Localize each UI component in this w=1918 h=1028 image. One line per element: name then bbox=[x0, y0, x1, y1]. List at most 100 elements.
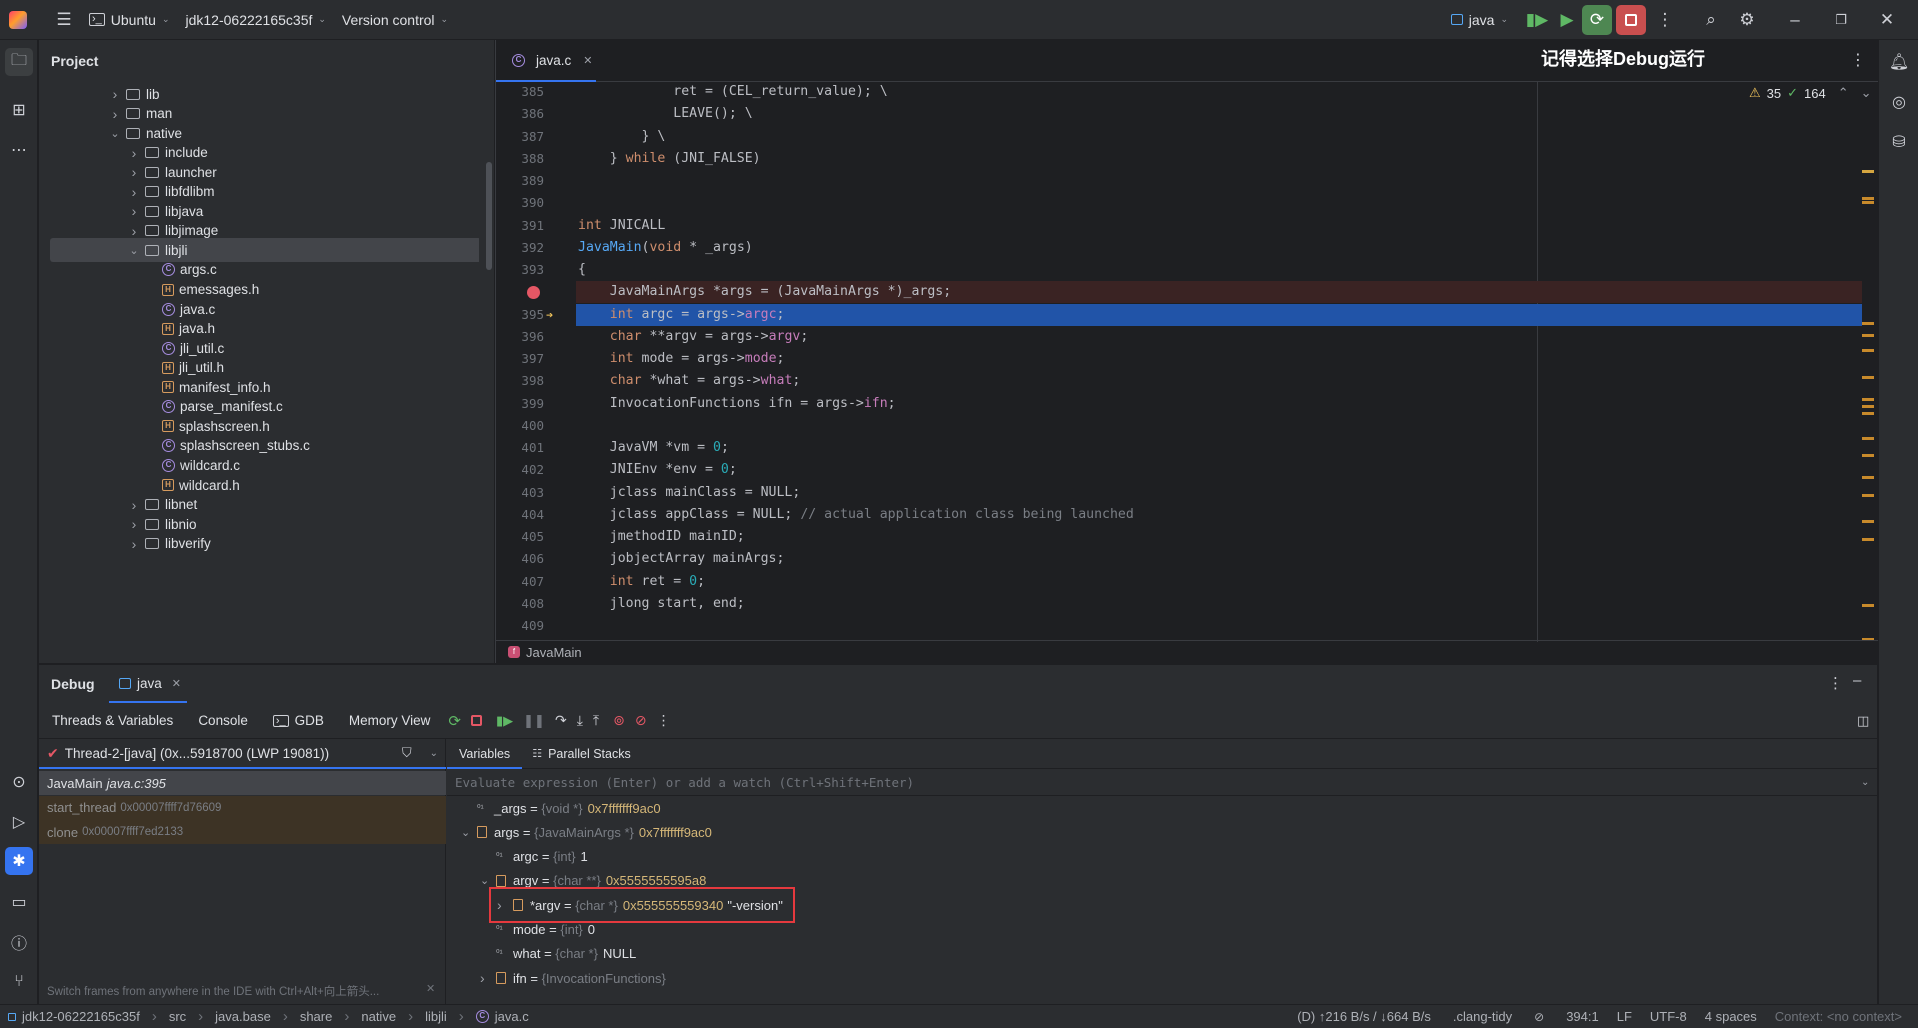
chevron-down-icon[interactable]: ⌄ bbox=[430, 748, 438, 759]
variable-row[interactable]: ⁰¹ what = {char *} NULL bbox=[480, 942, 636, 966]
filter-icon[interactable]: ⛉ bbox=[402, 745, 412, 761]
line-number[interactable]: 396 bbox=[496, 326, 544, 348]
search-icon[interactable]: ⌕ bbox=[1696, 5, 1726, 35]
vcs-menu[interactable]: Version control ⌄ bbox=[334, 6, 456, 34]
evaluate-expression-bar[interactable]: Evaluate expression (Enter) or add a wat… bbox=[447, 770, 1877, 796]
error-stripe[interactable] bbox=[1862, 82, 1878, 642]
step-out-icon[interactable]: ⤒ bbox=[593, 712, 599, 729]
settings-gear-icon[interactable]: ⚙ bbox=[1732, 5, 1762, 35]
editor-tab-java-c[interactable]: C java.c ✕ bbox=[496, 40, 596, 82]
terminal-tool-icon[interactable]: ▭ bbox=[5, 888, 33, 916]
line-ending[interactable]: LF bbox=[1617, 1009, 1632, 1024]
breadcrumb-segment[interactable]: share bbox=[300, 1009, 333, 1024]
app-logo-icon[interactable] bbox=[9, 10, 27, 29]
tab-gdb[interactable]: GDB bbox=[295, 713, 324, 728]
linter-status[interactable]: .clang-tidy bbox=[1453, 1009, 1512, 1024]
more-tools-icon[interactable]: ⋯ bbox=[5, 136, 33, 164]
breadcrumb-segment[interactable]: native bbox=[361, 1009, 396, 1024]
line-number[interactable]: 390 bbox=[496, 192, 544, 214]
line-number[interactable]: 403 bbox=[496, 482, 544, 504]
variable-row[interactable]: ⌄ argv = {char **} 0x5555555595a8 bbox=[480, 869, 706, 893]
code-view[interactable]: 385 ret = (CEL_return_value); \ 386 LEAVE… bbox=[496, 82, 1878, 642]
view-breakpoints-icon[interactable]: ⊚ bbox=[613, 712, 625, 729]
main-menu-icon[interactable]: ☰ bbox=[49, 5, 79, 35]
chevron-right-icon[interactable]: › bbox=[127, 164, 141, 180]
line-number[interactable]: 404 bbox=[496, 504, 544, 526]
tree-item[interactable]: › libverify bbox=[39, 532, 479, 556]
line-number[interactable]: 400 bbox=[496, 415, 544, 437]
line-number[interactable]: 386 bbox=[496, 103, 544, 125]
mute-breakpoints-icon[interactable]: ⊘ bbox=[635, 712, 647, 729]
tab-variables[interactable]: Variables bbox=[447, 739, 523, 769]
chevron-down-icon[interactable]: ⌄ bbox=[480, 874, 496, 887]
editor-more-icon[interactable]: ⋮ bbox=[1850, 50, 1866, 70]
minimize-window-icon[interactable]: – bbox=[1780, 5, 1810, 35]
breadcrumb-segment[interactable]: libjli bbox=[425, 1009, 447, 1024]
warning-stripe-mark[interactable] bbox=[1862, 197, 1874, 200]
add-watch-icon[interactable]: ⌄ bbox=[1861, 777, 1869, 788]
warning-stripe-mark[interactable] bbox=[1862, 604, 1874, 607]
warning-stripe-mark[interactable] bbox=[1862, 538, 1874, 541]
chevron-right-icon[interactable]: › bbox=[127, 497, 141, 513]
project-switcher[interactable]: ›_ Ubuntu ⌄ bbox=[81, 6, 177, 34]
stack-frame[interactable]: start_thread 0x00007ffff7d76609 bbox=[39, 795, 446, 820]
line-number[interactable]: 402 bbox=[496, 459, 544, 481]
git-tool-icon[interactable]: ⑂ bbox=[5, 968, 33, 996]
line-number[interactable]: 407 bbox=[496, 571, 544, 593]
inspection-widget[interactable]: ⚠ 35 ✓ 164 ⌃ ⌄ bbox=[1749, 85, 1872, 101]
services-icon[interactable]: ⊙ bbox=[5, 768, 33, 796]
status-breadcrumb[interactable]: jdk12-06222165c35f › src › java.base › share › n… bbox=[8, 1008, 529, 1025]
problems-tool-icon[interactable]: ⓘ bbox=[5, 928, 33, 956]
warning-stripe-mark[interactable] bbox=[1862, 376, 1874, 379]
stack-frame[interactable]: JavaMain java.c:395 bbox=[39, 771, 446, 795]
database-icon[interactable]: ⛁ bbox=[1885, 128, 1913, 156]
warning-stripe-mark[interactable] bbox=[1862, 412, 1874, 415]
warning-stripe-mark[interactable] bbox=[1862, 322, 1874, 325]
chevron-right-icon[interactable]: › bbox=[108, 106, 122, 122]
rerun-debug-icon[interactable]: ⟳ bbox=[1582, 4, 1612, 35]
project-tool-icon[interactable]: 🗀 bbox=[5, 48, 33, 76]
line-number[interactable]: 408 bbox=[496, 593, 544, 615]
warning-stripe-mark[interactable] bbox=[1862, 405, 1874, 408]
line-number[interactable]: 393 bbox=[496, 259, 544, 281]
tab-memory-view[interactable]: Memory View bbox=[349, 713, 431, 728]
layout-settings-icon[interactable]: ◫ bbox=[1857, 713, 1869, 729]
notifications-bell-icon[interactable]: 🔔︎ bbox=[1885, 48, 1913, 76]
warning-stripe-mark[interactable] bbox=[1862, 494, 1874, 497]
warning-stripe-mark[interactable] bbox=[1862, 201, 1874, 204]
close-window-icon[interactable]: ✕ bbox=[1872, 5, 1902, 35]
line-number[interactable]: 406 bbox=[496, 548, 544, 570]
debug-session-tab[interactable]: java ✕ bbox=[109, 665, 187, 703]
pause-icon[interactable]: ❚❚ bbox=[523, 713, 545, 729]
chevron-right-icon[interactable]: › bbox=[127, 223, 141, 239]
line-number[interactable]: 389 bbox=[496, 170, 544, 192]
resume-program-icon[interactable]: ▮▶ bbox=[1522, 5, 1552, 35]
breadcrumb-segment[interactable]: java.base bbox=[215, 1009, 271, 1024]
tab-parallel-stacks[interactable]: Parallel Stacks bbox=[548, 747, 631, 761]
variable-row[interactable]: › ifn = {InvocationFunctions} bbox=[480, 966, 671, 990]
more-debug-actions-icon[interactable]: ⋮ bbox=[657, 712, 671, 729]
branch-switcher[interactable]: jdk12-06222165c35f ⌄ bbox=[177, 6, 333, 34]
context-selector[interactable]: Context: <no context> bbox=[1775, 1009, 1902, 1024]
chevron-right-icon[interactable]: › bbox=[497, 897, 513, 913]
resume-icon[interactable]: ▮▶ bbox=[496, 713, 513, 729]
line-number[interactable]: 401 bbox=[496, 437, 544, 459]
warning-stripe-mark[interactable] bbox=[1862, 398, 1874, 401]
rerun-icon[interactable]: ⟳ bbox=[448, 712, 461, 730]
chevron-down-icon[interactable]: ⌄ bbox=[461, 826, 477, 839]
variable-row[interactable]: ⁰¹ argc = {int} 1 bbox=[480, 845, 588, 869]
ai-assistant-icon[interactable]: ◎ bbox=[1885, 88, 1913, 116]
chevron-right-icon[interactable]: › bbox=[127, 203, 141, 219]
warning-stripe-mark[interactable] bbox=[1862, 170, 1874, 173]
line-number[interactable]: 397 bbox=[496, 348, 544, 370]
no-inspection-icon[interactable]: ⊘ bbox=[1534, 1010, 1544, 1024]
warning-stripe-mark[interactable] bbox=[1862, 349, 1874, 352]
tab-console[interactable]: Console bbox=[198, 713, 248, 728]
variable-row[interactable]: ⌄ args = {JavaMainArgs *} 0x7fffffff9ac0 bbox=[461, 820, 712, 844]
warning-stripe-mark[interactable] bbox=[1862, 334, 1874, 337]
indent-setting[interactable]: 4 spaces bbox=[1705, 1009, 1757, 1024]
warning-stripe-mark[interactable] bbox=[1862, 454, 1874, 457]
thread-selector[interactable]: ✔ Thread-2-[java] (0x...5918700 (LWP 190… bbox=[39, 739, 446, 769]
editor-breadcrumb[interactable]: f JavaMain bbox=[496, 640, 1878, 663]
close-tab-icon[interactable]: ✕ bbox=[583, 54, 592, 67]
